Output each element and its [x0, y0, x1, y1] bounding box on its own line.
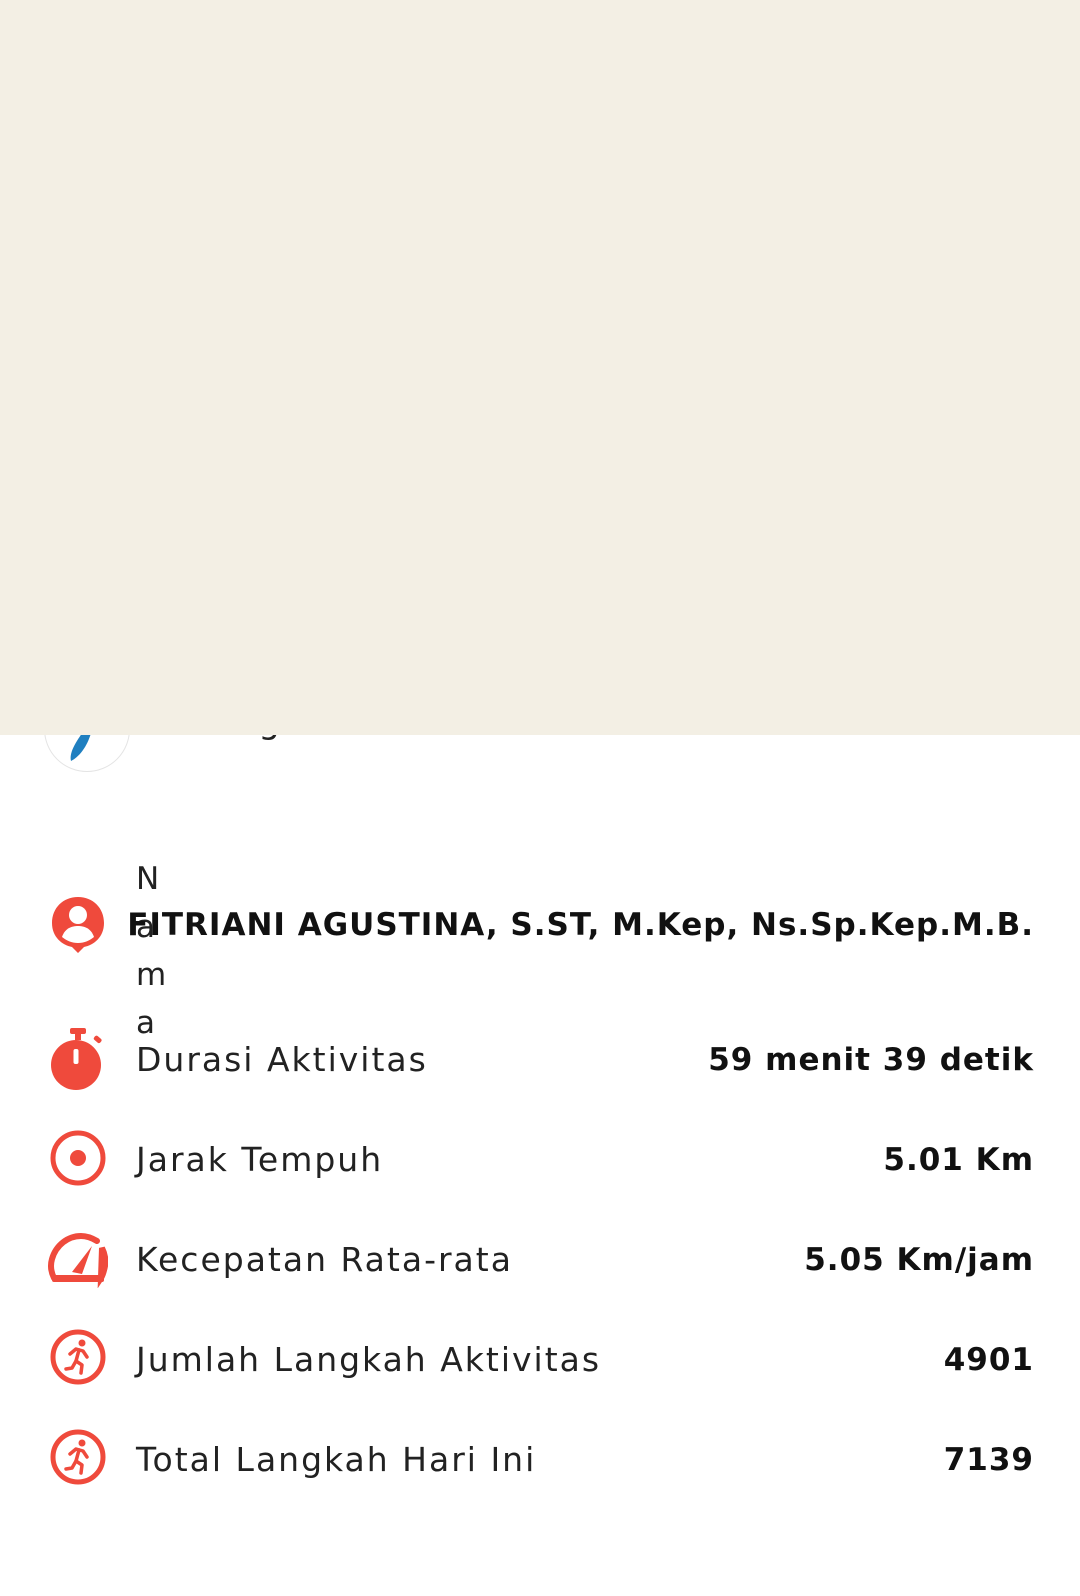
user-pin-icon	[48, 893, 108, 953]
stat-label-name: Nama	[136, 861, 169, 1041]
target-icon	[48, 1128, 108, 1188]
stat-row-total-steps-today: Total Langkah Hari Ini 7139	[0, 1427, 1080, 1530]
stat-label-total-steps-today: Total Langkah Hari Ini	[136, 1440, 537, 1479]
stat-label-activity-steps: Jumlah Langkah Aktivitas	[136, 1340, 602, 1379]
speedometer-icon	[48, 1228, 108, 1288]
stat-value-activity-steps: 4901	[943, 1342, 1034, 1378]
stat-row-name: Nama FITRIANI AGUSTINA, S.ST, M.Kep, Ns.…	[0, 855, 1080, 1041]
stopwatch-icon	[48, 1027, 108, 1090]
activity-detail-page: 13 August 2025 17.08.39 - 18.08.18 Nama …	[0, 0, 1080, 1596]
stat-label-avg-speed: Kecepatan Rata-rata	[136, 1240, 513, 1279]
stat-value-name: FITRIANI AGUSTINA, S.ST, M.Kep, Ns.Sp.Ke…	[127, 907, 1034, 943]
runner-icon	[48, 1427, 108, 1487]
stat-value-duration: 59 menit 39 detik	[708, 1042, 1034, 1078]
stat-value-total-steps-today: 7139	[943, 1442, 1034, 1478]
stat-value-avg-speed: 5.05 Km/jam	[804, 1242, 1034, 1278]
runner-icon	[48, 1327, 108, 1387]
route-map[interactable]	[0, 0, 1080, 735]
stat-label-distance: Jarak Tempuh	[136, 1140, 384, 1179]
stat-row-avg-speed: Kecepatan Rata-rata 5.05 Km/jam	[0, 1230, 1080, 1330]
stat-label-duration: Durasi Aktivitas	[136, 1040, 428, 1079]
stat-row-distance: Jarak Tempuh 5.01 Km	[0, 1130, 1080, 1230]
stat-row-duration: Durasi Aktivitas 59 menit 39 detik	[0, 1027, 1080, 1130]
stat-value-distance: 5.01 Km	[883, 1142, 1034, 1178]
stat-row-activity-steps: Jumlah Langkah Aktivitas 4901	[0, 1327, 1080, 1430]
